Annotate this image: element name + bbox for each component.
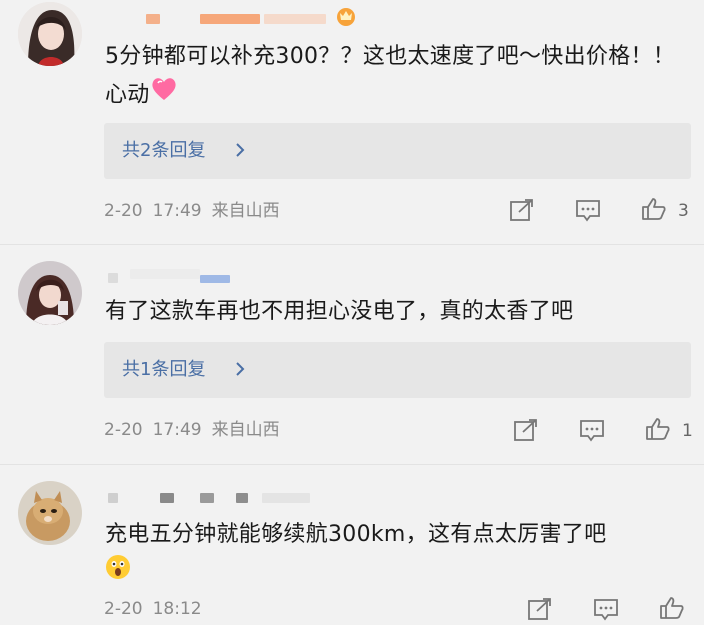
replies-label: 共2条回复 bbox=[122, 140, 206, 161]
comment-date: 2-20 bbox=[104, 599, 143, 619]
username-redacted bbox=[264, 14, 326, 24]
like-icon[interactable] bbox=[659, 596, 685, 620]
comment-icon[interactable] bbox=[579, 418, 605, 442]
comment-location: 来自山西 bbox=[211, 201, 280, 221]
avatar-image bbox=[18, 261, 82, 325]
avatar[interactable] bbox=[18, 2, 82, 66]
username-redacted bbox=[200, 493, 214, 503]
chevron-right-icon bbox=[236, 143, 245, 157]
comment-time: 18:12 bbox=[152, 599, 202, 619]
username-redacted bbox=[108, 273, 118, 283]
comment-text-content: 充电五分钟就能够续航300km，这有点太厉害了吧 bbox=[105, 522, 607, 547]
surprised-emoji-icon bbox=[105, 554, 131, 593]
like-icon[interactable] bbox=[645, 417, 671, 441]
comment-icon[interactable] bbox=[593, 597, 619, 621]
comment-meta: 2-20 17:49 来自山西 bbox=[104, 199, 290, 223]
comment-item: 有了这款车再也不用担心没电了，真的太香了吧 共1条回复 2-20 17:49 来自山… bbox=[0, 245, 704, 465]
username-redacted bbox=[200, 275, 230, 283]
like-icon[interactable] bbox=[641, 197, 667, 221]
comment-location: 来自山西 bbox=[211, 420, 280, 440]
username-redacted bbox=[236, 493, 248, 503]
share-icon[interactable] bbox=[509, 198, 535, 222]
avatar[interactable] bbox=[18, 481, 82, 545]
username-redacted bbox=[160, 493, 174, 503]
comment-text-content: 5分钟都可以补充300？？这也太速度了吧～快出价格！！心动 bbox=[105, 44, 676, 108]
comment-date: 2-20 bbox=[104, 201, 143, 221]
heart-emoji-icon bbox=[150, 76, 178, 115]
replies-link[interactable]: 共2条回复 bbox=[104, 123, 691, 179]
comment-meta: 2-20 18:12 bbox=[104, 597, 212, 621]
replies-link[interactable]: 共1条回复 bbox=[104, 342, 691, 398]
username-redacted bbox=[130, 269, 200, 279]
vip-badge-icon bbox=[334, 4, 358, 32]
comment-text: 5分钟都可以补充300？？这也太速度了吧～快出价格！！心动 bbox=[105, 38, 694, 115]
comment-item: 充电五分钟就能够续航300km，这有点太厉害了吧 2-20 18:12 bbox=[0, 465, 704, 625]
comment-time: 17:49 bbox=[152, 420, 202, 440]
username-redacted bbox=[262, 493, 310, 503]
comment-date: 2-20 bbox=[104, 420, 143, 440]
comment-text-content: 有了这款车再也不用担心没电了，真的太香了吧 bbox=[105, 299, 574, 324]
like-count: 3 bbox=[678, 201, 689, 221]
comment-meta: 2-20 17:49 来自山西 bbox=[104, 418, 290, 442]
username-redacted bbox=[108, 493, 118, 503]
avatar[interactable] bbox=[18, 261, 82, 325]
comment-item: 5分钟都可以补充300？？这也太速度了吧～快出价格！！心动 共2条回复 2-20… bbox=[0, 0, 704, 240]
comment-text: 充电五分钟就能够续航300km，这有点太厉害了吧 bbox=[105, 516, 694, 593]
replies-label: 共1条回复 bbox=[122, 359, 206, 380]
share-icon[interactable] bbox=[513, 418, 539, 442]
username-redacted bbox=[200, 14, 260, 24]
chevron-right-icon bbox=[236, 362, 245, 376]
share-icon[interactable] bbox=[527, 597, 553, 621]
comment-icon[interactable] bbox=[575, 198, 601, 222]
avatar-image bbox=[18, 481, 82, 545]
like-count: 1 bbox=[682, 421, 693, 441]
username-redacted bbox=[146, 14, 160, 24]
avatar-image bbox=[18, 2, 82, 66]
comment-time: 17:49 bbox=[152, 201, 202, 221]
comment-text: 有了这款车再也不用担心没电了，真的太香了吧 bbox=[105, 293, 694, 331]
